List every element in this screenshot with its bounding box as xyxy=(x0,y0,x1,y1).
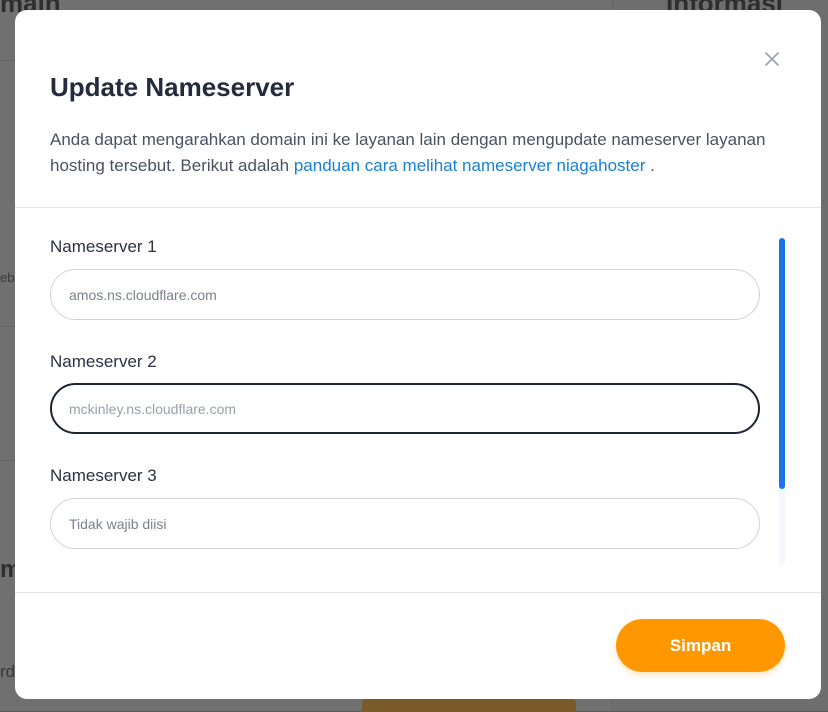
background-fragment-3: rd xyxy=(0,662,16,681)
description-end: . xyxy=(645,156,655,175)
modal-description: Anda dapat mengarahkan domain ini ke lay… xyxy=(50,127,790,179)
guide-link[interactable]: panduan cara melihat nameserver niagahos… xyxy=(294,156,646,175)
close-icon xyxy=(765,52,779,66)
save-button[interactable]: Simpan xyxy=(616,619,785,672)
nameserver-3-label: Nameserver 3 xyxy=(50,466,157,485)
scrollbar-thumb[interactable] xyxy=(779,238,785,489)
background-button xyxy=(362,698,576,712)
header-divider xyxy=(15,207,821,208)
nameserver-2-input[interactable] xyxy=(50,383,760,434)
modal-title: Update Nameserver xyxy=(50,72,295,102)
update-nameserver-modal: Update Nameserver Anda dapat mengarahkan… xyxy=(15,10,821,699)
footer-divider xyxy=(15,592,821,593)
background-fragment-1: eb xyxy=(0,270,15,285)
nameserver-3-input[interactable] xyxy=(50,498,760,549)
nameserver-1-input[interactable] xyxy=(50,269,760,320)
close-button[interactable] xyxy=(762,49,782,69)
nameserver-2-label: Nameserver 2 xyxy=(50,352,157,371)
nameserver-1-label: Nameserver 1 xyxy=(50,237,157,256)
